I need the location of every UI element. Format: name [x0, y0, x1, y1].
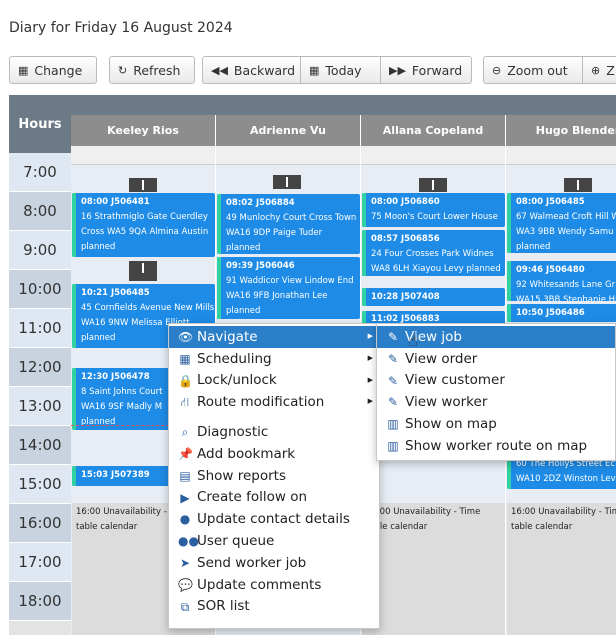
menu-item-navigate[interactable]: 👁 Navigate ▶	[169, 326, 379, 348]
menu-item-view-order[interactable]: ✎ View order	[377, 348, 615, 370]
hour-label: 9:00	[9, 231, 71, 270]
eye-icon: 👁	[178, 330, 194, 344]
menu-item-update-comments[interactable]: 💬 Update comments	[169, 574, 379, 596]
menu-item-update-contact-details[interactable]: ● Update contact details	[169, 508, 379, 530]
copy-icon: ⧉	[180, 599, 190, 614]
hour-label: 13:00	[9, 387, 71, 426]
column-spacer	[506, 146, 616, 165]
lock-icon: 🔒	[178, 373, 193, 388]
hours-header: Hours	[9, 95, 71, 153]
travel-marker	[419, 178, 447, 192]
menu-item-show-on-map[interactable]: ▥ Show on map	[377, 413, 615, 435]
zoom-in-icon: ⊕	[591, 63, 601, 77]
job-card[interactable]: 08:57 J506856 24 Four Crosses Park Widne…	[362, 230, 505, 276]
road-icon: ⛙	[180, 395, 190, 410]
worker-header-adrienne[interactable]: Adrienne Vu	[216, 115, 361, 146]
travel-marker	[564, 178, 592, 192]
menu-item-route-modification[interactable]: ⛙ Route modification ▶	[169, 391, 379, 413]
forward-icon: ▶	[180, 490, 190, 505]
map-icon: ▥	[387, 438, 399, 453]
hour-label: 17:00	[9, 543, 71, 582]
submenu-arrow-icon: ▶	[367, 397, 373, 406]
user-icon: ●	[179, 512, 191, 527]
submenu-arrow-icon: ▶	[367, 332, 373, 340]
send-icon: ➤	[179, 555, 191, 570]
report-icon: ▤	[179, 468, 191, 483]
menu-item-lock-unlock[interactable]: 🔒 Lock/unlock ▶	[169, 370, 379, 392]
change-button[interactable]: ▦ Change	[9, 56, 97, 84]
backward-button[interactable]: ◀◀ Backward	[202, 56, 301, 84]
page-title: Diary for Friday 16 August 2024	[9, 20, 233, 36]
hour-label: 14:00	[9, 426, 71, 465]
menu-item-diagnostic[interactable]: ⌕ Diagnostic	[169, 421, 379, 443]
edit-icon: ✎	[387, 351, 399, 366]
forward-button[interactable]: ▶▶ Forward	[380, 56, 472, 84]
job-card[interactable]: 08:00 J506860 75 Moon's Court Lower Hous…	[362, 193, 505, 227]
hand-cursor-icon: ☝	[408, 331, 418, 350]
menu-item-sor-list[interactable]: ⧉ SOR list	[169, 596, 379, 618]
users-icon: ●●	[178, 534, 199, 549]
pin-icon: 📌	[178, 446, 193, 461]
hour-label: 18:00	[9, 582, 71, 621]
forward-icon: ▶▶	[389, 63, 406, 77]
menu-item-show-reports[interactable]: ▤ Show reports	[169, 465, 379, 487]
comment-icon: 💬	[178, 577, 193, 592]
calendar-icon: ▦	[179, 351, 191, 366]
worker-header-allana[interactable]: Allana Copeland	[361, 115, 506, 146]
hour-label: 8:00	[9, 192, 71, 231]
unavailability-block[interactable]: 16:00 Unavailability - Tim table calenda…	[507, 503, 616, 635]
travel-marker	[273, 175, 301, 189]
job-card[interactable]: 08:02 J506884 49 Munlochy Court Cross To…	[217, 194, 360, 254]
menu-item-add-bookmark[interactable]: 📌 Add bookmark	[169, 443, 379, 465]
worker-header-hugo[interactable]: Hugo Blender	[506, 115, 616, 146]
context-menu: 👁 Navigate ▶ ▦ Scheduling ▶ 🔒 Lock/unlock ▶ ⛙ R…	[168, 323, 380, 629]
zoom-out-icon: ⊖	[492, 63, 502, 77]
menu-item-scheduling[interactable]: ▦ Scheduling ▶	[169, 348, 379, 370]
hour-label: 10:00	[9, 270, 71, 309]
edit-icon: ✎	[387, 395, 399, 410]
edit-icon: ✎	[387, 330, 399, 344]
job-card[interactable]: 10:50 J506486	[507, 304, 616, 322]
column-spacer	[71, 146, 215, 165]
map-icon: ▥	[387, 417, 399, 432]
unavailability-block[interactable]: 16:00 Unavailability - Time table calend…	[362, 503, 505, 635]
zoom-out-button[interactable]: ⊖ Zoom out	[483, 56, 583, 84]
job-card[interactable]: 09:46 J506480 92 Whitesands Lane Gr WA15…	[507, 261, 616, 301]
menu-item-user-queue[interactable]: ●● User queue	[169, 530, 379, 552]
hour-label: 11:00	[9, 309, 71, 348]
column-spacer	[361, 146, 505, 165]
job-card[interactable]: 08:00 J506485 67 Walmead Croft Hill W WA…	[507, 193, 616, 253]
calendar-icon: ▦	[309, 63, 320, 77]
menu-item-view-worker[interactable]: ✎ View worker	[377, 391, 615, 413]
column-spacer	[216, 146, 360, 165]
job-card[interactable]: 09:39 J506046 91 Waddicor View Lindow En…	[217, 257, 360, 319]
menu-item-send-worker-job[interactable]: ➤ Send worker job	[169, 552, 379, 574]
job-card[interactable]: 10:28 J507408	[362, 288, 505, 306]
edit-icon: ✎	[387, 373, 399, 388]
refresh-button[interactable]: ↻ Refresh	[109, 56, 195, 84]
travel-marker	[129, 261, 157, 281]
menu-item-show-worker-route-on-map[interactable]: ▥ Show worker route on map	[377, 435, 615, 457]
hour-label: 16:00	[9, 504, 71, 543]
submenu-arrow-icon: ▶	[367, 375, 373, 384]
travel-marker	[129, 178, 157, 192]
menu-item-create-follow-on[interactable]: ▶ Create follow on	[169, 487, 379, 509]
submenu-arrow-icon: ▶	[367, 353, 373, 362]
refresh-icon: ↻	[118, 63, 128, 77]
calendar-icon: ▦	[18, 63, 29, 77]
job-card[interactable]: 08:00 J506481 16 Strathmiglo Gate Cuerdl…	[72, 193, 215, 257]
zoom-in-button[interactable]: ⊕ Z	[582, 56, 616, 84]
menu-item-view-customer[interactable]: ✎ View customer	[377, 370, 615, 392]
worker-header-keeley[interactable]: Keeley Rios	[71, 115, 216, 146]
hour-label: 15:00	[9, 465, 71, 504]
search-icon: ⌕	[181, 425, 189, 440]
today-button[interactable]: ▦ Today	[300, 56, 381, 84]
header-band	[71, 95, 616, 115]
menu-separator	[169, 413, 379, 421]
hour-label: 12:00	[9, 348, 71, 387]
backward-icon: ◀◀	[211, 63, 228, 77]
hour-label: 7:00	[9, 153, 71, 192]
